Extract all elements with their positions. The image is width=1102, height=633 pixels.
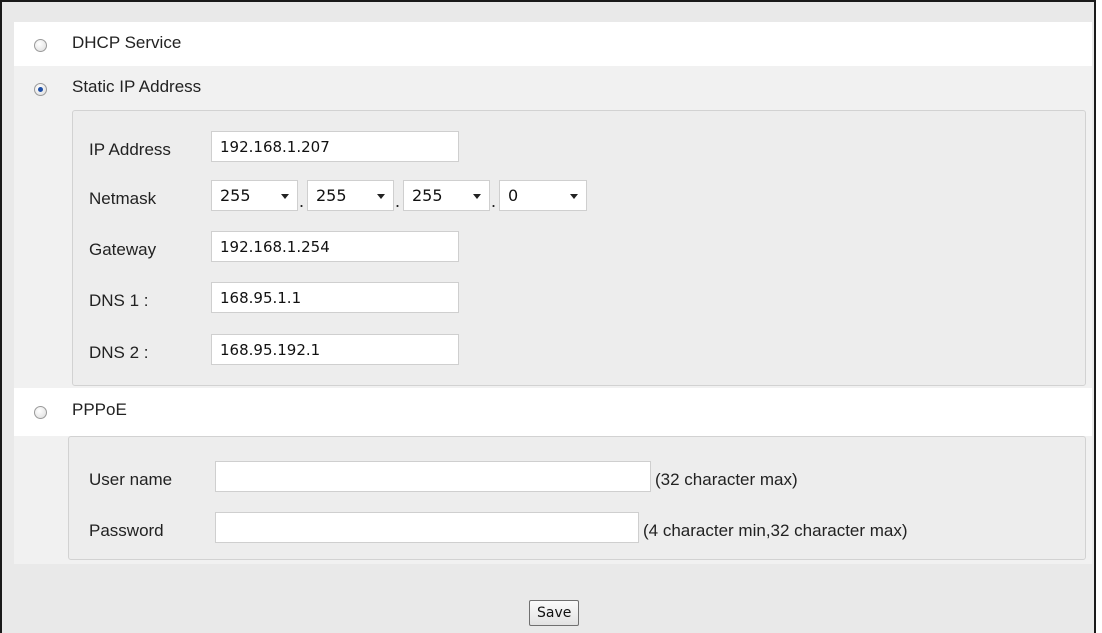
netmask-octet-1-value: 255 (220, 186, 251, 205)
netmask-separator: . (299, 191, 305, 211)
chevron-down-icon (570, 194, 578, 199)
dhcp-label: DHCP Service (72, 33, 182, 52)
netmask-octet-4-select[interactable]: 0 (499, 180, 587, 211)
netmask-octet-3-value: 255 (412, 186, 443, 205)
netmask-label: Netmask (89, 189, 157, 208)
netmask-octet-4-value: 0 (508, 186, 519, 205)
pppoe-label: PPPoE (72, 400, 127, 419)
dns2-label: DNS 2 : (89, 343, 149, 362)
netmask-octet-2-value: 255 (316, 186, 347, 205)
chevron-down-icon (473, 194, 481, 199)
chevron-down-icon (281, 194, 289, 199)
dhcp-row: DHCP Service (14, 22, 1092, 66)
netmask-octet-1-select[interactable]: 255 (211, 180, 298, 211)
network-settings-frame: DHCP Service Static IP Address IP Addres… (0, 0, 1096, 633)
netmask-octet-3-select[interactable]: 255 (403, 180, 490, 211)
pppoe-row: PPPoE (14, 388, 1092, 436)
ip-address-input[interactable]: 192.168.1.207 (211, 131, 459, 162)
gateway-label: Gateway (89, 240, 157, 259)
username-input[interactable] (215, 461, 651, 492)
pppoe-radio[interactable] (34, 406, 47, 419)
dns2-input[interactable]: 168.95.192.1 (211, 334, 459, 365)
pppoe-panel: User name (32 character max) Password (4… (68, 436, 1086, 560)
chevron-down-icon (377, 194, 385, 199)
static-ip-label: Static IP Address (72, 77, 202, 96)
dns1-label: DNS 1 : (89, 291, 149, 310)
save-button[interactable]: Save (529, 600, 580, 626)
netmask-separator: . (491, 191, 497, 211)
static-ip-section: IP Address 192.168.1.207 Netmask 255 . 2… (14, 110, 1092, 388)
pppoe-section: User name (32 character max) Password (4… (14, 436, 1092, 564)
password-label: Password (89, 521, 164, 540)
static-ip-row: Static IP Address (14, 66, 1092, 110)
username-label: User name (89, 470, 173, 489)
netmask-octet-2-select[interactable]: 255 (307, 180, 394, 211)
dhcp-radio[interactable] (34, 39, 47, 52)
static-ip-panel: IP Address 192.168.1.207 Netmask 255 . 2… (72, 110, 1086, 386)
ip-address-label: IP Address (89, 140, 171, 159)
netmask-separator: . (395, 191, 401, 211)
password-input[interactable] (215, 512, 639, 543)
gateway-input[interactable]: 192.168.1.254 (211, 231, 459, 262)
password-hint: (4 character min,32 character max) (643, 521, 908, 540)
dns1-input[interactable]: 168.95.1.1 (211, 282, 459, 313)
username-hint: (32 character max) (655, 470, 798, 489)
static-ip-radio[interactable] (34, 83, 47, 96)
